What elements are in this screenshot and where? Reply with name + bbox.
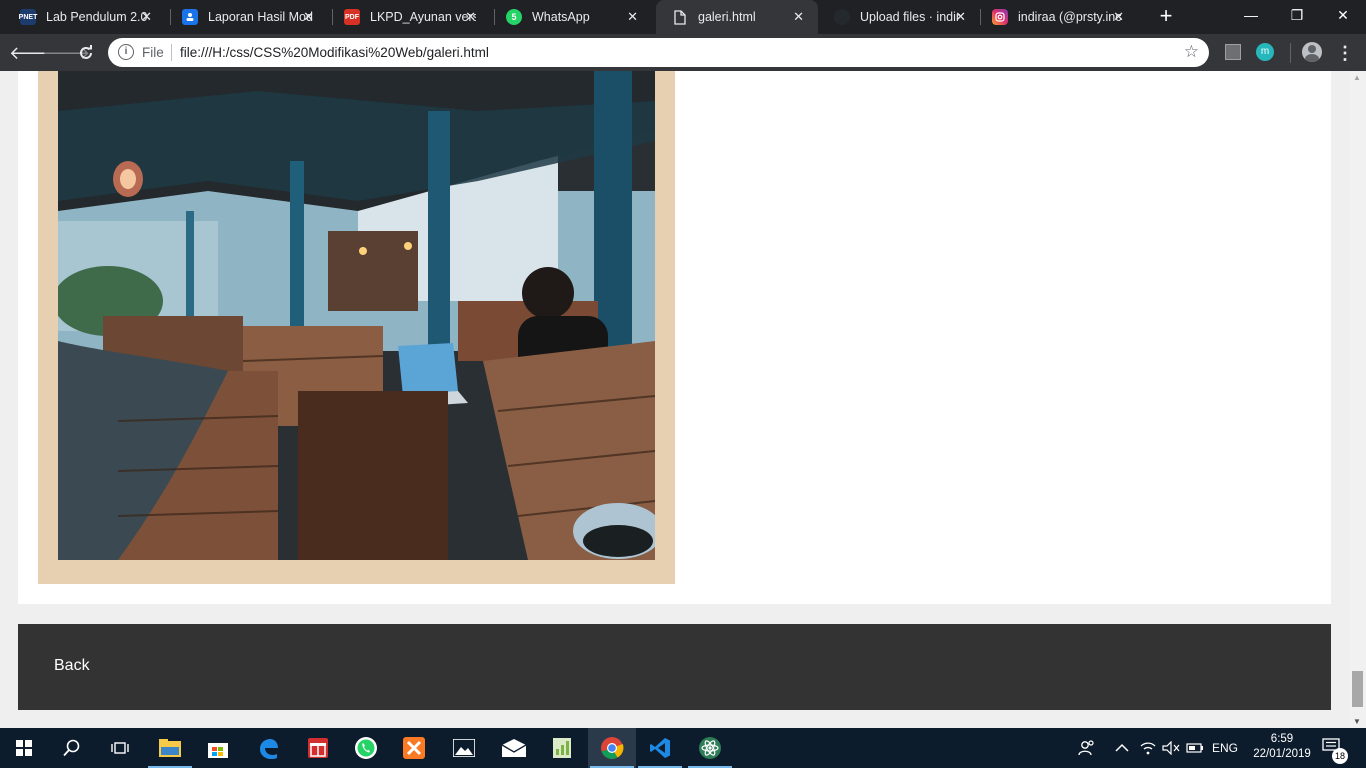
clock-date: 22/01/2019	[1253, 748, 1311, 760]
close-icon[interactable]: ✕	[1113, 9, 1124, 25]
tab-strip: PNET Lab Pendulum 2.0 ✕ Laporan Hasil Mo…	[0, 0, 1366, 34]
extension-icon[interactable]	[1225, 44, 1241, 60]
toolbar-separator	[1290, 43, 1291, 63]
notepad-plus-plus-icon[interactable]	[538, 728, 586, 768]
edge-icon[interactable]	[244, 728, 292, 768]
vscode-icon[interactable]	[636, 728, 684, 768]
url-text[interactable]: file:///H:/css/CSS%20Modifikasi%20Web/ga…	[180, 45, 489, 60]
bookmark-star-icon[interactable]: ☆	[1184, 42, 1199, 62]
wifi-icon[interactable]	[1140, 728, 1156, 768]
omnibox-divider	[171, 44, 172, 61]
tab-title: Laporan Hasil Mod	[208, 10, 313, 24]
windows-taskbar: ENG 6:59 22/01/2019 18	[0, 728, 1366, 768]
task-view-icon[interactable]	[96, 728, 144, 768]
whatsapp-icon: 5	[506, 9, 522, 25]
people-icon[interactable]	[1078, 728, 1096, 768]
clock-time: 6:59	[1270, 733, 1294, 745]
close-icon[interactable]: ✕	[141, 9, 152, 25]
close-icon[interactable]: ✕	[465, 9, 476, 25]
instagram-icon	[992, 9, 1008, 25]
tab-lab-pendulum[interactable]: PNET Lab Pendulum 2.0 ✕	[4, 0, 166, 34]
photo-frame	[38, 71, 675, 584]
back-arrow-icon[interactable]: 🡐	[9, 41, 57, 65]
search-icon[interactable]	[48, 728, 96, 768]
close-icon[interactable]: ✕	[955, 9, 966, 25]
page-scrollbar[interactable]: ▲ ▼	[1349, 71, 1366, 728]
gallery-photo[interactable]	[58, 71, 655, 560]
clock[interactable]: 6:59 22/01/2019	[1246, 732, 1318, 762]
close-window-button[interactable]: ✕	[1320, 0, 1366, 30]
page-viewport: Back	[0, 71, 1349, 728]
tab-galeri[interactable]: galeri.html ✕	[656, 0, 818, 34]
browser-toolbar: 🡐 🡒 i File file:///H:/css/CSS%20Modifika…	[0, 34, 1366, 71]
page-footer: Back	[18, 624, 1331, 710]
tab-title: LKPD_Ayunan vers	[370, 10, 476, 24]
doc-user-icon	[182, 9, 198, 25]
close-icon[interactable]: ✕	[303, 9, 314, 25]
extension-letter: m	[1260, 46, 1270, 57]
new-tab-button[interactable]: +	[1154, 5, 1178, 29]
store-icon[interactable]	[194, 728, 242, 768]
github-icon	[834, 9, 850, 25]
mail-icon[interactable]	[490, 728, 538, 768]
tab-lkpd[interactable]: PDF LKPD_Ayunan vers ✕	[328, 0, 490, 34]
whatsapp-unread-count: 5	[511, 12, 517, 22]
whatsapp-icon[interactable]	[342, 728, 390, 768]
pdf-icon: PDF	[344, 9, 360, 25]
minimize-button[interactable]: —	[1228, 0, 1274, 30]
start-icon[interactable]	[0, 728, 48, 768]
tab-title: Upload files · indir	[860, 10, 961, 24]
tab-title: Lab Pendulum 2.0	[46, 10, 148, 24]
pdf-label: PDF	[345, 13, 359, 21]
tab-title: indiraa (@prsty.inc	[1018, 10, 1122, 24]
chrome-icon[interactable]	[588, 728, 636, 768]
tab-upload-files[interactable]: Upload files · indir ✕	[818, 0, 980, 34]
xampp-icon[interactable]	[390, 728, 438, 768]
scroll-thumb[interactable]	[1352, 671, 1363, 707]
profile-avatar-icon[interactable]	[1302, 42, 1322, 62]
pnet-label: PNET	[18, 13, 38, 21]
volume-muted-icon[interactable]	[1162, 728, 1180, 768]
gallery-section	[18, 71, 1331, 604]
restore-button[interactable]: ❐	[1274, 0, 1320, 30]
atom-icon[interactable]	[686, 728, 734, 768]
notification-count-badge: 18	[1332, 748, 1348, 764]
language-indicator[interactable]: ENG	[1212, 728, 1238, 768]
tab-instagram[interactable]: indiraa (@prsty.inc ✕	[976, 0, 1138, 34]
close-icon[interactable]: ✕	[793, 9, 804, 25]
photos-icon[interactable]	[440, 728, 488, 768]
pnet-icon: PNET	[18, 9, 38, 25]
forward-arrow-icon[interactable]: 🡒	[42, 41, 90, 65]
extension-m-icon[interactable]: m	[1256, 43, 1274, 61]
scroll-down-arrow-icon[interactable]: ▼	[1353, 717, 1361, 726]
info-icon[interactable]: i	[118, 44, 134, 60]
tab-title: galeri.html	[698, 10, 756, 24]
reload-icon[interactable]	[74, 41, 98, 65]
chevron-up-icon[interactable]	[1115, 728, 1129, 768]
battery-icon[interactable]	[1186, 728, 1204, 768]
file-icon	[672, 9, 688, 25]
tab-laporan[interactable]: Laporan Hasil Mod ✕	[166, 0, 328, 34]
gift-icon[interactable]	[294, 728, 342, 768]
address-bar[interactable]: i File file:///H:/css/CSS%20Modifikasi%2…	[108, 38, 1209, 67]
security-label: File	[142, 45, 164, 60]
tab-whatsapp[interactable]: 5 WhatsApp ✕	[490, 0, 652, 34]
more-menu-icon[interactable]: ⋮	[1336, 41, 1354, 65]
scroll-up-arrow-icon[interactable]: ▲	[1353, 73, 1361, 82]
tab-title: WhatsApp	[532, 10, 590, 24]
back-link[interactable]: Back	[54, 657, 90, 675]
close-icon[interactable]: ✕	[627, 9, 638, 25]
file-explorer-icon[interactable]	[146, 728, 194, 768]
